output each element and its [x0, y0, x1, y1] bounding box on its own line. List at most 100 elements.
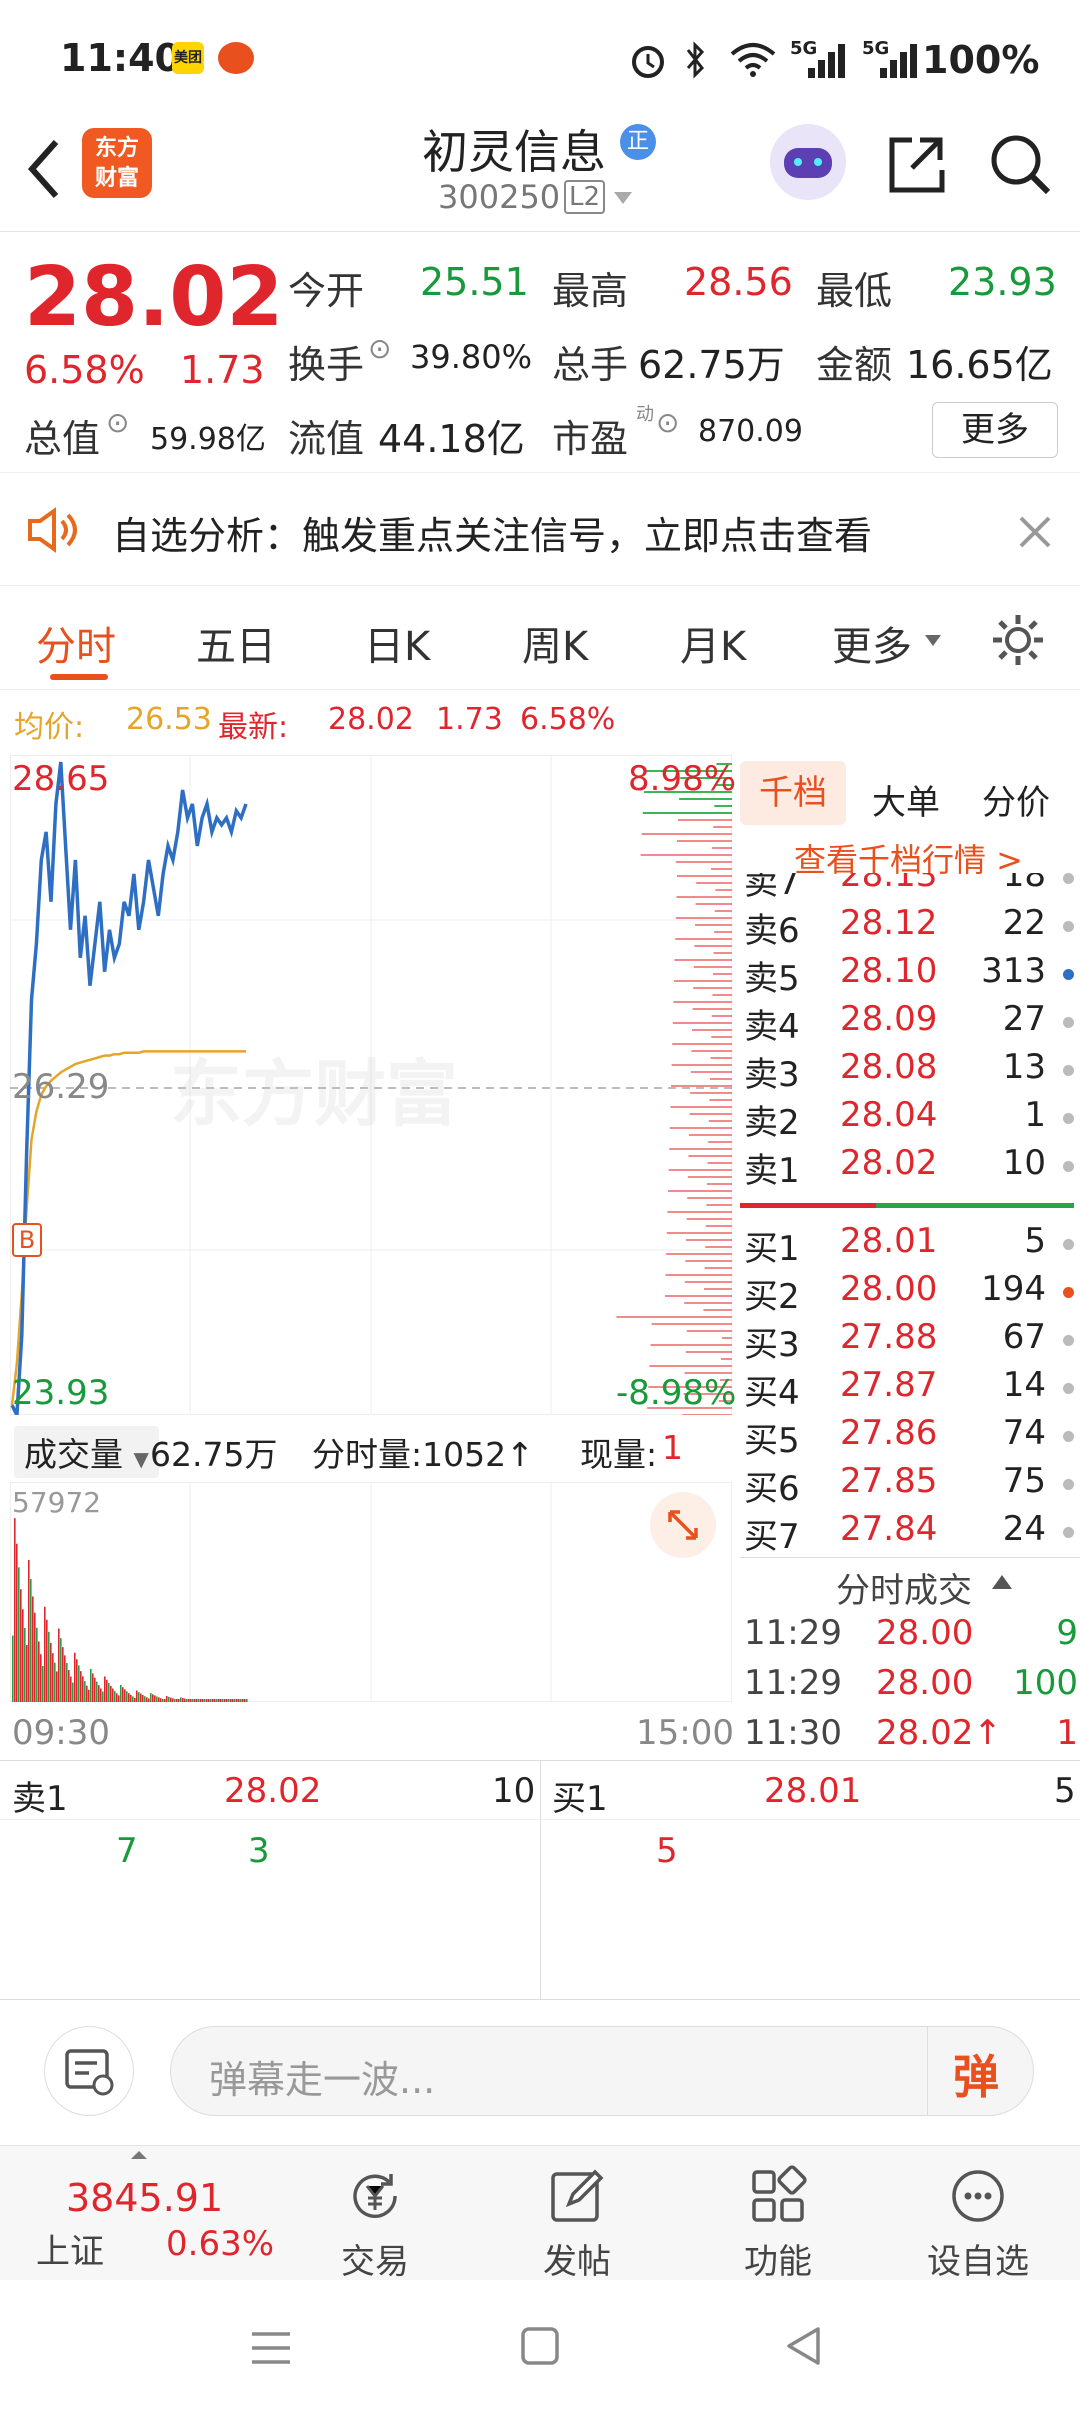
- ask-row[interactable]: 卖3 28.08 13: [740, 1047, 1080, 1095]
- speaker-icon: [28, 507, 77, 553]
- volume-chart[interactable]: 57972: [10, 1482, 732, 1702]
- ask-row[interactable]: 卖2 28.04 1: [740, 1095, 1080, 1143]
- nav-post[interactable]: 发帖: [507, 2156, 647, 2282]
- nav-functions[interactable]: 功能: [708, 2156, 848, 2282]
- volume-bar: [150, 1693, 152, 1702]
- stock-code: 300250: [438, 178, 561, 216]
- ask-list: 卖7 28.13 18 卖6 28.12 22 卖5 28.10 313 卖4 28.09 27…: [740, 873, 1080, 1293]
- bid-row[interactable]: 买5 27.86 74: [740, 1413, 1080, 1461]
- nav-trade[interactable]: 交易: [305, 2156, 445, 2282]
- comment-input[interactable]: 弹幕走一波... 弹: [170, 2026, 1034, 2116]
- ask-row[interactable]: 卖4 28.09 27: [740, 999, 1080, 1047]
- volume-bar: [86, 1685, 88, 1702]
- nav-trade-label: 交易: [341, 2242, 409, 2282]
- tab-daily-k[interactable]: 日K: [364, 614, 430, 672]
- volume-bar: [90, 1668, 92, 1702]
- volume-bar: [140, 1693, 142, 1702]
- depth-bar: [651, 1323, 732, 1325]
- ask-volume: 13: [1002, 1047, 1046, 1087]
- volume-bar: [12, 1635, 14, 1702]
- turnover-info-icon[interactable]: ⊙: [368, 332, 391, 365]
- stock-name: 初灵信息: [422, 125, 606, 179]
- danmu-toggle-button[interactable]: 弹: [953, 2041, 999, 2107]
- depth-bar: [692, 1029, 732, 1031]
- level2-badge[interactable]: L2: [564, 180, 606, 214]
- volume-bar: [54, 1662, 56, 1702]
- menu-icon[interactable]: [250, 2328, 292, 2368]
- bluetooth-icon: [686, 41, 705, 79]
- volume-label: 总手: [552, 343, 629, 387]
- ask-volume: 27: [1002, 999, 1046, 1039]
- bid-row[interactable]: 买3 27.88 67: [740, 1317, 1080, 1365]
- bid-volume: 75: [1002, 1461, 1046, 1501]
- fullscreen-button[interactable]: [650, 1492, 716, 1558]
- bid-dot: [1063, 1335, 1074, 1346]
- search-icon[interactable]: [988, 132, 1054, 198]
- ask-row[interactable]: 卖5 28.10 313: [740, 951, 1080, 999]
- bid-row[interactable]: 买4 27.87 14: [740, 1365, 1080, 1413]
- settings-gear-icon[interactable]: [990, 612, 1046, 668]
- volume-value: 62.75万: [638, 343, 785, 387]
- back-icon[interactable]: [24, 134, 64, 204]
- intraday-chart[interactable]: 东方财富 28.65 26.29 23.93 8.98% -8.98% B: [10, 755, 736, 1415]
- ask-row[interactable]: 卖6 28.12 22: [740, 903, 1080, 951]
- nav-post-label: 发帖: [543, 2242, 611, 2282]
- ask-row[interactable]: 卖7 28.13 18: [740, 873, 1080, 903]
- tab-weekly-k[interactable]: 周K: [522, 614, 588, 672]
- buy-marker[interactable]: B: [12, 1223, 42, 1257]
- tab-more[interactable]: 更多: [832, 614, 912, 672]
- depth-bar: [649, 1365, 732, 1367]
- trades-title[interactable]: 分时成交: [836, 1563, 972, 1612]
- depth-bar: [687, 1176, 732, 1178]
- high-label: 最高: [552, 269, 629, 313]
- tab-big-orders[interactable]: 大单: [872, 775, 940, 824]
- chart-mid-price: 26.29: [12, 1067, 110, 1107]
- bid-row[interactable]: 买6 27.85 75: [740, 1461, 1080, 1509]
- bid-label: 买2: [744, 1277, 800, 1317]
- back-nav-icon[interactable]: [784, 2326, 824, 2366]
- bid-row[interactable]: 买7 27.84 24: [740, 1509, 1080, 1557]
- volume-bar: [70, 1676, 72, 1702]
- home-icon[interactable]: [520, 2326, 560, 2366]
- comment-settings-button[interactable]: [44, 2026, 134, 2116]
- ask-price: 28.08: [840, 1047, 938, 1087]
- volume-selector[interactable]: 成交量 ▼: [14, 1426, 159, 1478]
- nav-add-watchlist[interactable]: 设自选: [908, 2156, 1048, 2282]
- bid-row[interactable]: 买2 28.00 194: [740, 1269, 1080, 1317]
- depth-bar: [676, 896, 732, 898]
- volume-bar: [62, 1647, 64, 1702]
- tab-five-day[interactable]: 五日: [196, 614, 276, 672]
- tab-monthly-k[interactable]: 月K: [680, 614, 746, 672]
- mktcap-info-icon[interactable]: ⊙: [106, 406, 129, 439]
- volume-bar: [82, 1676, 84, 1702]
- depth-bar: [710, 1057, 732, 1059]
- alert-banner[interactable]: 自选分析：触发重点关注信号，立即点击查看: [0, 472, 1080, 586]
- depth-bar: [669, 1127, 732, 1129]
- share-icon[interactable]: [884, 132, 948, 196]
- tab-depth[interactable]: 千档: [740, 761, 846, 825]
- ai-assistant-icon[interactable]: [770, 124, 846, 200]
- bid-label: 买7: [744, 1517, 800, 1557]
- pe-info-icon[interactable]: ⊙: [656, 406, 679, 439]
- volume-bar: [116, 1693, 118, 1702]
- chevron-up-icon[interactable]: [990, 1573, 1014, 1591]
- close-icon[interactable]: [1018, 515, 1052, 549]
- volume-bar: [212, 1699, 214, 1702]
- index-quote[interactable]: 3845.91 上证 0.63%: [20, 2146, 280, 2276]
- ask-row[interactable]: 卖1 28.02 10: [740, 1143, 1080, 1191]
- bid-volume: 67: [1002, 1317, 1046, 1357]
- depth-bar: [705, 1246, 732, 1248]
- ask-label: 卖3: [744, 1055, 800, 1095]
- watermark: 东方财富: [170, 1052, 459, 1136]
- depth-bar: [689, 1113, 732, 1115]
- eastmoney-logo[interactable]: 东方 财富: [82, 128, 152, 198]
- ask-price: 28.13: [840, 873, 938, 895]
- tab-price-dist[interactable]: 分价: [982, 775, 1050, 824]
- bid-row[interactable]: 买1 28.01 5: [740, 1221, 1080, 1269]
- depth-bar: [712, 994, 732, 996]
- chevron-down-icon[interactable]: [612, 190, 634, 206]
- bid-label: 买6: [744, 1469, 800, 1509]
- tab-intraday[interactable]: 分时: [36, 614, 116, 672]
- volume-bar: [120, 1684, 122, 1702]
- more-button[interactable]: 更多: [932, 402, 1058, 458]
